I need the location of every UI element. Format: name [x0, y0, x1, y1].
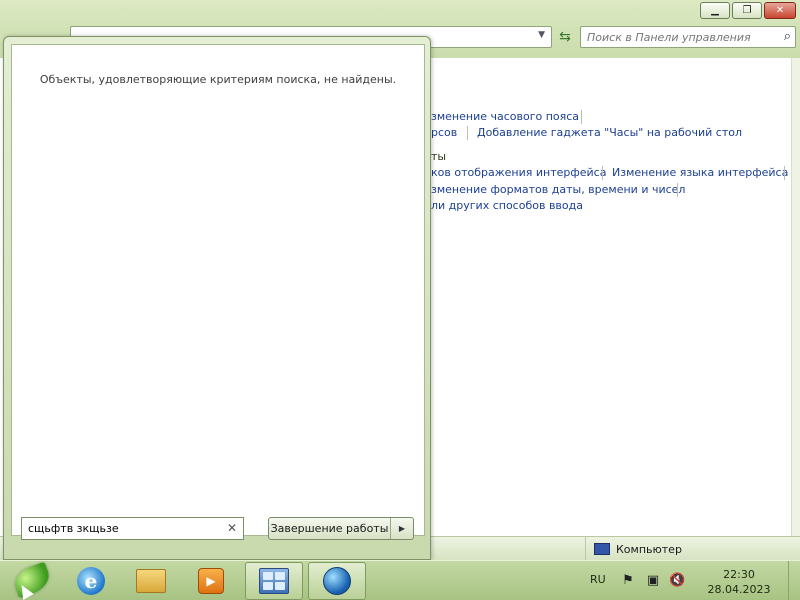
media-player-icon: ▶	[198, 568, 224, 594]
control-panel-search[interactable]: ⌕	[580, 26, 796, 48]
close-button[interactable]: ✕	[764, 2, 796, 19]
link-separator	[677, 183, 678, 197]
chevron-right-icon[interactable]: ▶	[391, 518, 413, 539]
chevron-down-icon[interactable]: ▼	[538, 30, 545, 40]
volume-muted-icon[interactable]: 🔇	[669, 573, 685, 589]
computer-icon	[594, 543, 610, 555]
link-input-methods[interactable]: ли других способов ввода	[431, 199, 583, 212]
start-search-box[interactable]: ✕	[21, 517, 244, 540]
taskbar-date-time[interactable]	[308, 562, 366, 600]
shutdown-label[interactable]: Завершение работы	[269, 518, 391, 539]
link-time-zone[interactable]: зменение часового пояса	[431, 110, 579, 123]
folder-icon	[136, 569, 166, 593]
shutdown-button[interactable]: Завершение работы ▶	[268, 517, 414, 540]
close-icon[interactable]: ✕	[227, 521, 237, 535]
no-results-message: Объекты, удовлетворяющие критериям поиск…	[39, 73, 397, 86]
link-add-clock-gadget[interactable]: Добавление гаджета "Часы" на рабочий сто…	[477, 126, 742, 139]
link-display-languages[interactable]: ков отображения интерфейса	[431, 166, 606, 179]
taskbar-file-explorer[interactable]	[122, 562, 180, 600]
search-results-panel: Объекты, удовлетворяющие критериям поиск…	[11, 44, 425, 536]
search-input[interactable]	[581, 27, 791, 47]
status-zone: Компьютер	[585, 537, 682, 561]
link-change-ui-language[interactable]: Изменение языка интерфейса	[612, 166, 788, 179]
clock-time: 22:30	[723, 568, 755, 581]
flag-icon[interactable]: ⚑	[620, 573, 636, 589]
network-icon[interactable]: ▣	[645, 573, 661, 589]
control-panel-icon	[259, 568, 289, 594]
taskbar-media-player[interactable]: ▶	[182, 562, 240, 600]
language-indicator[interactable]: RU	[590, 573, 606, 586]
system-clock[interactable]: 22:30 28.04.2023	[703, 567, 775, 597]
taskbar-internet-explorer[interactable]: e	[62, 562, 120, 600]
link-separator	[602, 166, 603, 180]
link-separator	[784, 166, 785, 180]
taskbar: e ▶ RU ⚑ ▣ 🔇 22:30 28.04.2023	[0, 560, 800, 600]
globe-icon	[323, 567, 351, 595]
show-desktop-button[interactable]	[788, 561, 800, 600]
maximize-button[interactable]: ❐	[732, 2, 762, 19]
search-icon[interactable]: ⌕	[784, 29, 791, 44]
refresh-icon[interactable]: ⇆	[556, 28, 574, 46]
link-separator	[467, 126, 468, 140]
link-clocks[interactable]: рсов	[431, 126, 457, 139]
link-separator	[581, 110, 582, 124]
minimize-button[interactable]: ▁	[700, 2, 730, 19]
start-menu: Объекты, удовлетворяющие критериям поиск…	[3, 36, 431, 560]
internet-explorer-icon: e	[77, 567, 105, 595]
link-date-formats[interactable]: зменение форматов даты, времени и чисел	[431, 183, 685, 196]
taskbar-control-panel[interactable]	[245, 562, 303, 600]
window-controls: ▁ ❐ ✕	[700, 2, 796, 19]
status-computer-label: Компьютер	[616, 542, 682, 556]
start-search-input[interactable]	[22, 518, 217, 539]
section-title[interactable]: ты	[431, 150, 446, 163]
clock-date: 28.04.2023	[707, 583, 771, 596]
